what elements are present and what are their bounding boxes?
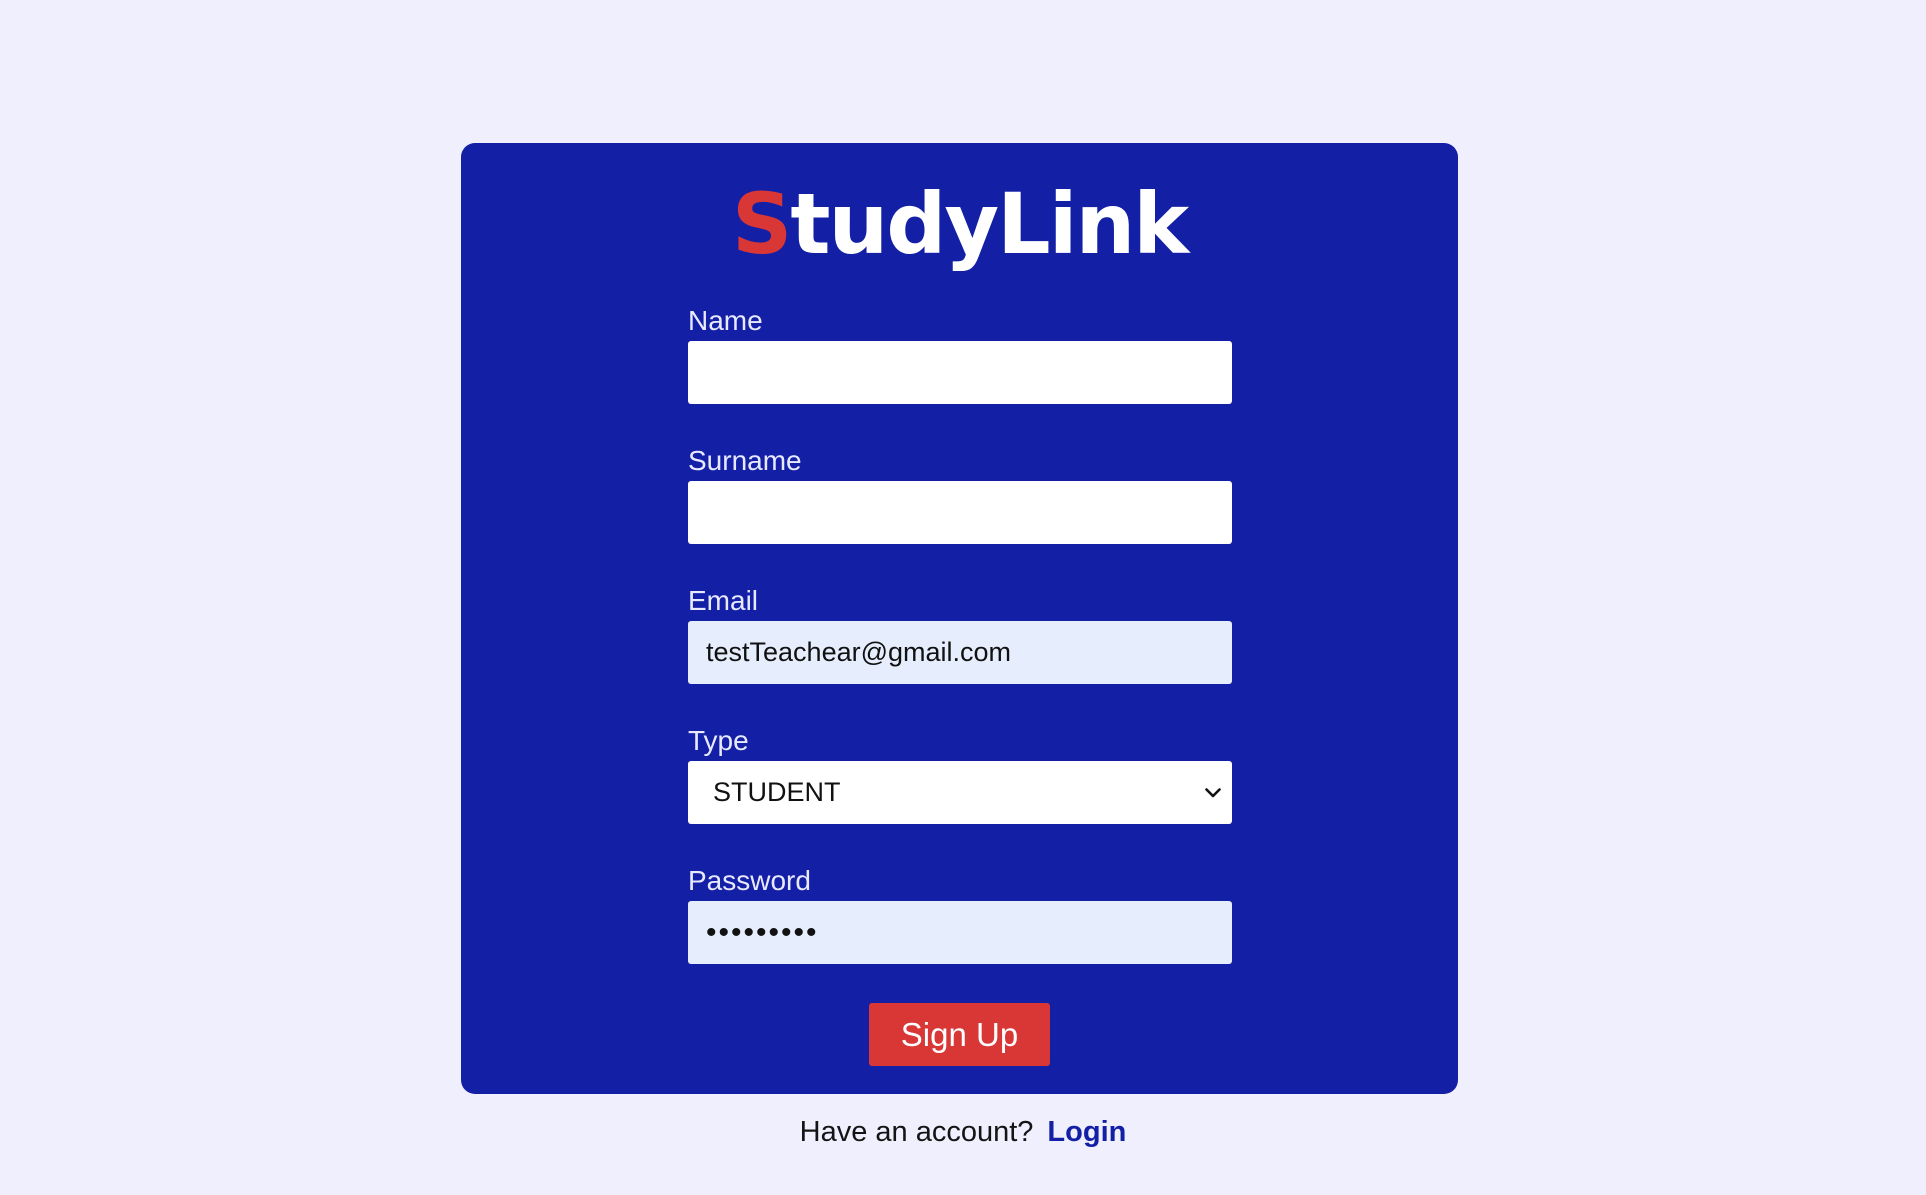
type-select-value: STUDENT: [713, 777, 841, 807]
surname-label: Surname: [688, 445, 802, 476]
password-field-group: Password: [688, 863, 1232, 1003]
login-prompt-text: Have an account?: [799, 1116, 1034, 1148]
name-label: Name: [688, 305, 763, 336]
type-label: Type: [688, 725, 749, 756]
type-field-group: Type STUDENT: [688, 723, 1232, 863]
signup-button[interactable]: Sign Up: [869, 1003, 1050, 1066]
chevron-down-icon: [1202, 782, 1224, 804]
submit-row: Sign Up: [461, 1003, 1458, 1066]
signup-card: StudyLink Name Surname Email Type STUDEN…: [461, 143, 1458, 1094]
type-select[interactable]: STUDENT: [688, 761, 1232, 824]
brand-logo-initial: S: [731, 175, 792, 273]
email-input[interactable]: [688, 621, 1232, 684]
password-label: Password: [688, 865, 811, 896]
surname-field-group: Surname: [688, 443, 1232, 583]
brand-logo: StudyLink: [461, 169, 1458, 279]
name-input[interactable]: [688, 341, 1232, 404]
login-link[interactable]: Login: [1047, 1116, 1126, 1148]
email-field-group: Email: [688, 583, 1232, 723]
login-prompt: Have an account? Login: [0, 1112, 1926, 1152]
brand-logo-rest: tudyLink: [790, 175, 1189, 273]
email-label: Email: [688, 585, 759, 616]
name-field-group: Name: [688, 303, 1232, 443]
password-input[interactable]: [688, 901, 1232, 964]
signup-form: Name Surname Email Type STUDENT Pass: [688, 303, 1232, 1003]
surname-input[interactable]: [688, 481, 1232, 544]
